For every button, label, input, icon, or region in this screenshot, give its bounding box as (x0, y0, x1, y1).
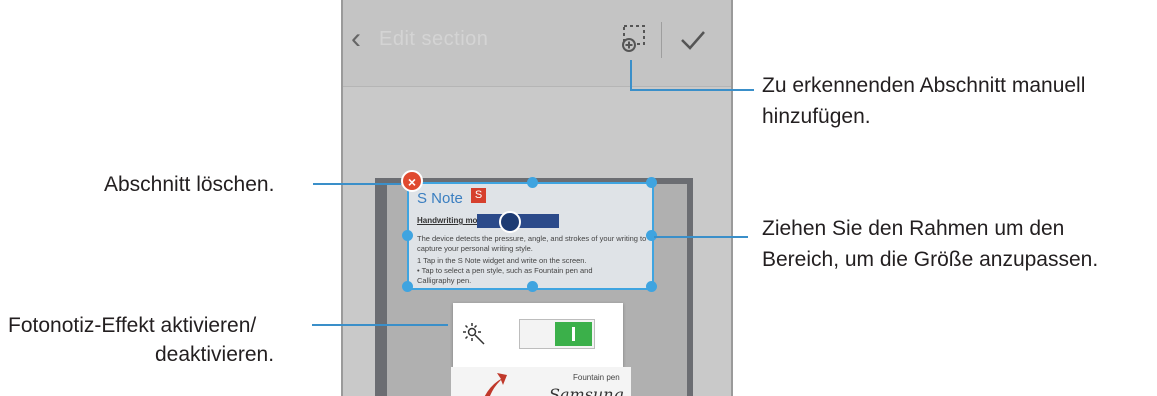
selection-frame[interactable]: S Note S Handwriting mode The device det… (407, 182, 654, 290)
leader-line (630, 89, 754, 91)
callout-delete-section: Abschnitt löschen. (104, 173, 275, 196)
action-bar-divider (661, 22, 662, 58)
leader-line (313, 183, 401, 185)
callout-resize-line2: Bereich, um die Größe anzupassen. (762, 248, 1099, 271)
chevron-left-icon[interactable]: ‹ (351, 24, 361, 54)
resize-handle-bottom-right[interactable] (646, 281, 657, 292)
check-icon[interactable] (679, 28, 707, 52)
callout-add-section-line1: Zu erkennenden Abschnitt manuell (762, 74, 1086, 97)
resize-handle-left[interactable] (402, 230, 413, 241)
pen-icon (499, 211, 521, 233)
callout-resize-line1: Ziehen Sie den Rahmen um den (762, 217, 1065, 240)
photo-note-effect-panel (453, 303, 623, 367)
resize-handle-bottom-left[interactable] (402, 281, 413, 292)
resize-handle-top[interactable] (527, 177, 538, 188)
note-line: 1 Tap in the S Note widget and write on … (417, 256, 587, 265)
action-bar: ‹ Edit section (343, 0, 731, 87)
callout-photo-effect-line2: deaktivieren. (155, 343, 275, 366)
resize-handle-bottom[interactable] (527, 281, 538, 292)
photo-note-effect-switch[interactable] (519, 319, 595, 349)
note-line: capture your personal writing style. (417, 244, 533, 253)
note-line: • Tap to select a pen style, such as Fou… (417, 266, 593, 275)
sketch-label: Fountain pen (573, 373, 620, 382)
note-badge: S (471, 188, 486, 203)
phone-screen: ‹ Edit section S Note S Handwriting mode… (341, 0, 733, 396)
callout-add-section-line2: hinzufügen. (762, 105, 871, 128)
note-line: Calligraphy pen. (417, 276, 472, 285)
callout-photo-effect-line1: Fotonotiz-Effekt aktivieren/ (8, 314, 257, 337)
leader-line (654, 236, 748, 238)
sketch-area: Fountain pen Samsung (451, 367, 631, 396)
note-title: S Note (417, 190, 463, 207)
leader-line (312, 324, 448, 326)
note-line: The device detects the pressure, angle, … (417, 234, 647, 243)
sketch-signature: Samsung (549, 385, 624, 396)
leader-line (630, 60, 632, 91)
sun-icon (463, 323, 485, 345)
switch-thumb (555, 322, 592, 346)
arrow-icon (484, 373, 507, 396)
action-bar-title: Edit section (379, 28, 489, 50)
close-icon[interactable]: × (401, 170, 423, 192)
add-section-icon[interactable] (621, 24, 647, 52)
resize-handle-top-right[interactable] (646, 177, 657, 188)
